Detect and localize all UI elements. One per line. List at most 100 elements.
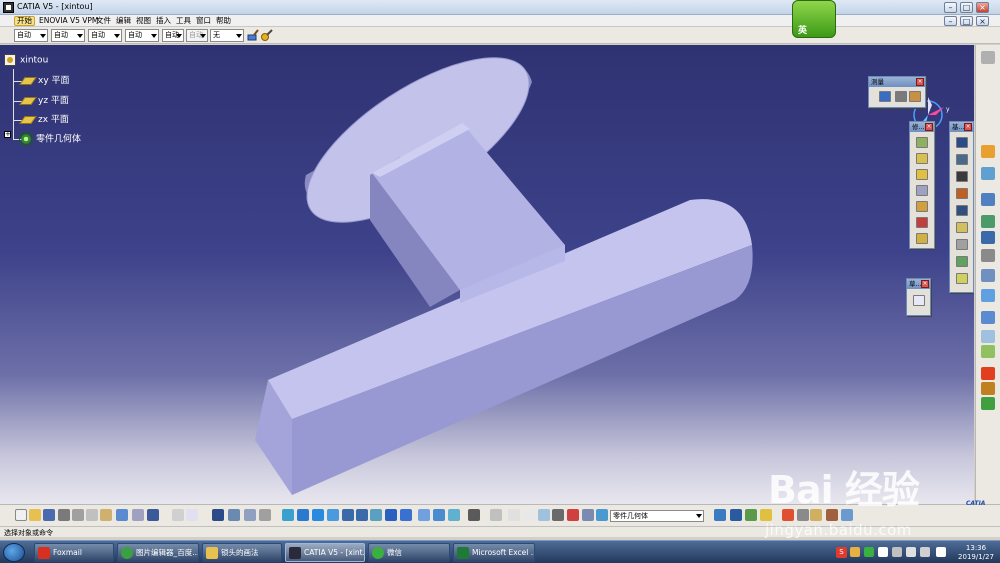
task-wechat[interactable]: 微信 bbox=[368, 543, 450, 562]
gear-icon[interactable] bbox=[981, 51, 995, 64]
task-excel[interactable]: Microsoft Excel ... bbox=[453, 543, 535, 562]
thread-icon[interactable] bbox=[916, 217, 928, 228]
render-icon[interactable] bbox=[981, 382, 995, 395]
select-layer[interactable]: 无 bbox=[210, 29, 244, 42]
fillet-icon[interactable] bbox=[916, 137, 928, 148]
apply-material-icon[interactable] bbox=[981, 367, 995, 380]
part-model[interactable] bbox=[0, 45, 974, 504]
grid-icon[interactable] bbox=[981, 231, 995, 244]
table-icon[interactable] bbox=[212, 509, 224, 521]
remove-face-icon[interactable] bbox=[916, 233, 928, 244]
pattern-icon[interactable] bbox=[981, 345, 995, 358]
select-line-weight[interactable]: 自动 bbox=[88, 29, 122, 42]
measure-inertia-icon[interactable] bbox=[909, 91, 921, 102]
thickness-icon[interactable] bbox=[916, 201, 928, 212]
open-icon[interactable] bbox=[29, 509, 41, 521]
stiffener-icon[interactable] bbox=[956, 256, 968, 267]
rotate-icon[interactable] bbox=[327, 509, 339, 521]
shading-icon[interactable] bbox=[418, 509, 430, 521]
task-foxmail[interactable]: Foxmail bbox=[34, 543, 114, 562]
save-icon[interactable] bbox=[43, 509, 55, 521]
scissors-icon[interactable] bbox=[552, 509, 564, 521]
boolean-icon[interactable] bbox=[981, 215, 995, 228]
publish-icon[interactable] bbox=[714, 509, 726, 521]
keyboard-icon[interactable] bbox=[906, 547, 916, 557]
tray-icon[interactable] bbox=[850, 547, 860, 557]
groove-icon[interactable] bbox=[956, 188, 968, 199]
pocket-icon[interactable] bbox=[956, 154, 968, 165]
vertical-axis-icon[interactable] bbox=[259, 509, 271, 521]
menu-help[interactable]: 帮助 bbox=[214, 16, 233, 26]
reference-point-icon[interactable] bbox=[981, 249, 995, 262]
menu-edit[interactable]: 编辑 bbox=[114, 16, 133, 26]
shell-icon[interactable] bbox=[916, 185, 928, 196]
new-icon[interactable] bbox=[15, 509, 27, 521]
menu-view[interactable]: 视图 bbox=[134, 16, 153, 26]
cut-icon[interactable] bbox=[72, 509, 84, 521]
tolerance-icon[interactable] bbox=[567, 509, 579, 521]
3d-viewport[interactable]: xintou xy 平面 yz 平面 zx 平面 零件几何体 + z y x 测… bbox=[0, 45, 974, 504]
multi-view-icon[interactable] bbox=[385, 509, 397, 521]
menu-window[interactable]: 窗口 bbox=[194, 16, 213, 26]
comment-icon[interactable] bbox=[186, 509, 198, 521]
start-button[interactable] bbox=[3, 543, 25, 562]
tree-item-yz-plane[interactable]: yz 平面 bbox=[19, 95, 69, 108]
close-icon[interactable]: × bbox=[916, 78, 924, 86]
select-transparency[interactable]: 自动 bbox=[51, 29, 85, 42]
select-arrow-icon[interactable] bbox=[981, 145, 995, 158]
menu-insert[interactable]: 插入 bbox=[154, 16, 173, 26]
paste-icon[interactable] bbox=[100, 509, 112, 521]
close-button[interactable]: × bbox=[976, 2, 989, 13]
pan-icon[interactable] bbox=[312, 509, 324, 521]
insert-body-icon[interactable] bbox=[981, 193, 995, 206]
sketch-icon[interactable] bbox=[913, 295, 925, 306]
clock-time[interactable]: 13:36 bbox=[956, 544, 996, 552]
measure-between-icon[interactable] bbox=[879, 91, 891, 102]
catalog-icon[interactable] bbox=[981, 397, 995, 410]
select-rendering[interactable]: 自动 bbox=[186, 29, 208, 42]
undo-icon[interactable] bbox=[116, 509, 128, 521]
current-body-select[interactable]: 零件几何体 bbox=[610, 510, 704, 522]
menu-tools[interactable]: 工具 bbox=[174, 16, 193, 26]
doc-minimize-button[interactable]: – bbox=[944, 16, 957, 26]
loft-icon[interactable] bbox=[956, 273, 968, 284]
select-line-type[interactable]: 自动 bbox=[125, 29, 159, 42]
shaft-icon[interactable] bbox=[956, 171, 968, 182]
volume-icon[interactable] bbox=[878, 547, 888, 557]
swap-space-icon[interactable] bbox=[448, 509, 460, 521]
hole-icon[interactable] bbox=[956, 205, 968, 216]
speaker-icon[interactable] bbox=[936, 547, 946, 557]
print-icon[interactable] bbox=[58, 509, 70, 521]
material-icon[interactable] bbox=[745, 509, 757, 521]
iso-view-icon[interactable] bbox=[400, 509, 412, 521]
tree-item-xy-plane[interactable]: xy 平面 bbox=[19, 75, 70, 88]
sketcher-toolbar[interactable]: 草... × bbox=[906, 278, 931, 316]
draft-icon[interactable] bbox=[916, 169, 928, 180]
body-icon[interactable] bbox=[596, 509, 608, 521]
slot-icon[interactable] bbox=[956, 239, 968, 250]
task-lock-drawing[interactable]: 锁头的画法 bbox=[202, 543, 282, 562]
minimize-button[interactable]: – bbox=[944, 2, 957, 13]
help-icon[interactable] bbox=[147, 509, 159, 521]
tree-item-part-body[interactable]: 零件几何体 bbox=[20, 133, 81, 146]
update-icon[interactable] bbox=[508, 509, 520, 521]
annotation-icon[interactable] bbox=[981, 311, 995, 324]
task-catia[interactable]: CATIA V5 - [xint... bbox=[285, 543, 365, 562]
pad-icon[interactable] bbox=[956, 137, 968, 148]
copy-icon[interactable] bbox=[86, 509, 98, 521]
scale-icon[interactable] bbox=[524, 509, 536, 521]
workbench-icon[interactable] bbox=[981, 167, 995, 180]
ime-logo[interactable]: 英 bbox=[792, 0, 836, 38]
clock-date[interactable]: 2019/1/27 bbox=[956, 553, 996, 561]
render-style-icon[interactable] bbox=[730, 509, 742, 521]
redo-icon[interactable] bbox=[132, 509, 144, 521]
zoom-out-icon[interactable] bbox=[356, 509, 368, 521]
select-point-symbol[interactable]: 自动 bbox=[162, 29, 184, 42]
doc-restore-button[interactable]: □ bbox=[960, 16, 973, 26]
properties-painter-icon[interactable] bbox=[260, 29, 274, 42]
hide-show-icon[interactable] bbox=[433, 509, 445, 521]
close-icon[interactable]: × bbox=[925, 123, 933, 131]
analysis-icon[interactable] bbox=[981, 289, 995, 302]
tree-expander[interactable]: + bbox=[4, 131, 11, 138]
task-image-editor[interactable]: 图片编辑器_百度... bbox=[117, 543, 199, 562]
